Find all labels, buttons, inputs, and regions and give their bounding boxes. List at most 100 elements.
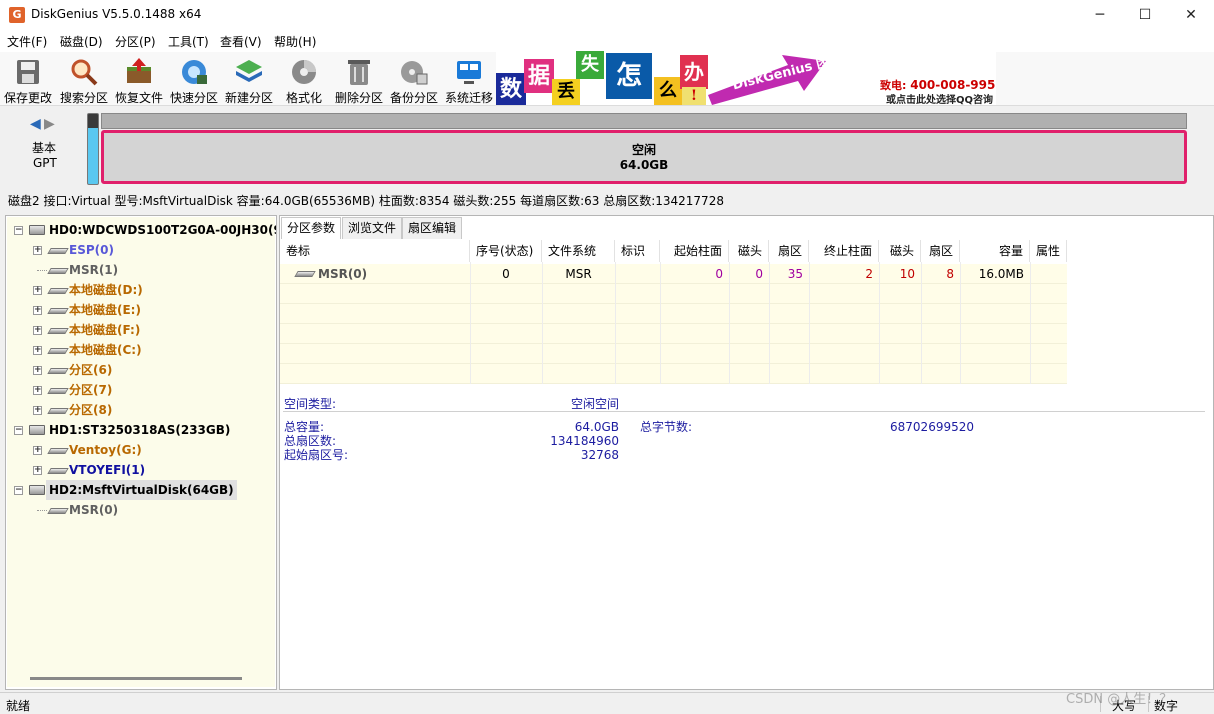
partition-icon [47,368,69,374]
expand-icon[interactable]: + [33,286,42,295]
collapse-icon[interactable]: − [14,426,23,435]
partition-icon [294,271,316,277]
table-cell: 0 [715,267,723,281]
title-bar: G DiskGenius V5.5.0.1488 x64 ─ ☐ ✕ [0,0,1214,30]
tab-sector-edit[interactable]: 扇区编辑 [402,217,463,239]
tree-partition-node[interactable]: + 分区(6) [7,360,273,380]
column-header[interactable]: 扇区 [769,240,809,262]
expand-icon[interactable]: + [33,366,42,375]
collapse-icon[interactable]: − [14,226,23,235]
tree-partition-node[interactable]: + 本地磁盘(C:) [7,340,273,360]
table-cell [615,264,660,284]
column-header[interactable]: 终止柱面 [809,240,879,262]
prev-disk-arrow-icon[interactable]: ◀ [30,116,41,132]
tree-partition-node[interactable]: + 本地磁盘(F:) [7,320,273,340]
menu-view[interactable]: 查看(V) [220,33,262,50]
tree-partition-node[interactable]: + ESP(0) [7,240,273,260]
tree-partition-node[interactable]: + 本地磁盘(D:) [7,280,273,300]
format-icon [292,60,316,84]
close-button[interactable]: ✕ [1168,0,1214,30]
table-cell: 10 [899,267,915,281]
tree-disk-node[interactable]: − HD0:WDCWDS100T2G0A-00JH30(932 [7,220,276,240]
column-header[interactable]: 磁头 [729,240,769,262]
column-header[interactable]: 文件系统 [542,240,615,262]
tree-partition-node[interactable]: + 本地磁盘(E:) [7,300,273,320]
table-row-background [280,284,1067,304]
expand-icon[interactable]: + [33,246,42,255]
tree-disk-node[interactable]: − HD2:MsftVirtualDisk(64GB) [7,480,273,500]
space-type-label: 空间类型: [284,397,337,411]
column-header[interactable]: 扇区 [921,240,960,262]
free-space-block[interactable]: 空闲 64.0GB [101,130,1187,184]
column-header[interactable]: 属性 [1030,240,1067,262]
table-cell: 0 [755,267,763,281]
column-header[interactable]: 卷标 [280,240,470,262]
banner-tile: 办 [680,55,708,89]
system-migrate-button[interactable]: 系统迁移 [441,56,497,105]
free-space-size: 64.0GB [619,158,669,172]
menu-help[interactable]: 帮助(H) [274,33,316,50]
maximize-button[interactable]: ☐ [1122,0,1168,30]
total-capacity-label: 总容量: [284,420,325,434]
expand-icon[interactable]: + [33,406,42,415]
tree-node-label: 分区(8) [69,403,113,417]
total-capacity-value: 64.0GB [574,420,619,434]
new-partition-button[interactable]: 新建分区 [221,56,277,105]
partition-icon [47,408,69,414]
ad-banner[interactable]: 数 据 丢 失 怎 么 办 ! DiskGenius 团队为您服务 致电: 40… [496,51,996,105]
tree-scrollbar[interactable] [30,677,242,680]
migrate-icon [457,61,481,84]
tree-partition-node[interactable]: MSR(0) [7,500,273,520]
banner-tile: ! [682,87,706,105]
column-header[interactable]: 磁头 [879,240,921,262]
search-icon [71,59,98,86]
search-partition-button[interactable]: 搜索分区 [56,56,112,105]
save-changes-button[interactable]: 保存更改 [0,56,56,105]
expand-icon[interactable]: + [33,326,42,335]
table-row-background [280,344,1067,364]
table-cell: 0 [502,267,510,281]
menu-file[interactable]: 文件(F) [7,33,47,50]
space-type-value: 空闲空间 [571,397,620,411]
tree-partition-node[interactable]: MSR(1) [7,260,273,280]
tree-disk-node[interactable]: − HD1:ST3250318AS(233GB) [7,420,273,440]
tab-partition-params[interactable]: 分区参数 [281,217,342,239]
delete-partition-button[interactable]: 删除分区 [331,56,387,105]
tree-partition-node[interactable]: + Ventoy(G:) [7,440,273,460]
expand-icon[interactable]: + [33,446,42,455]
expand-icon[interactable]: + [33,306,42,315]
quick-partition-button[interactable]: 快速分区 [166,56,222,105]
banner-tile: 数 [496,73,526,105]
detail-divider [283,411,1205,412]
minimize-button[interactable]: ─ [1077,0,1123,30]
tab-browse-files[interactable]: 浏览文件 [342,217,403,239]
expand-icon[interactable]: + [33,386,42,395]
tree-partition-node[interactable]: + 分区(8) [7,400,273,420]
tree-partition-node[interactable]: + 分区(7) [7,380,273,400]
next-disk-arrow-icon[interactable]: ▶ [44,116,55,132]
menu-tools[interactable]: 工具(T) [168,33,209,50]
column-header[interactable]: 序号(状态) [470,240,542,262]
expand-icon[interactable]: + [33,466,42,475]
table-row[interactable]: MSR(0) 0 MSR 0 0 35 2 10 8 16.0MB [280,264,1067,284]
menu-partition[interactable]: 分区(P) [115,33,156,50]
tree-node-label: 本地磁盘(D:) [69,283,143,297]
table-row-background [280,324,1067,344]
collapse-icon[interactable]: − [14,486,23,495]
tree-partition-node[interactable]: + VTOYEFI(1) [7,460,273,480]
recover-files-button[interactable]: 恢复文件 [111,56,167,105]
column-header[interactable]: 起始柱面 [660,240,729,262]
menu-disk[interactable]: 磁盘(D) [60,33,103,50]
column-header[interactable]: 标识 [615,240,660,262]
banner-qq-link[interactable]: 或点击此处选择QQ咨询 [886,91,993,105]
partition-icon [47,308,69,314]
quick-partition-icon [182,60,207,84]
status-bar: 就绪 大写 数字 [0,692,1214,713]
table-cell: 2 [865,267,873,281]
banner-tile: 怎 [606,53,652,99]
column-header[interactable]: 容量 [960,240,1030,262]
table-row-background [280,364,1067,384]
expand-icon[interactable]: + [33,346,42,355]
format-button[interactable]: 格式化 [276,56,332,105]
backup-partition-button[interactable]: 备份分区 [386,56,442,105]
